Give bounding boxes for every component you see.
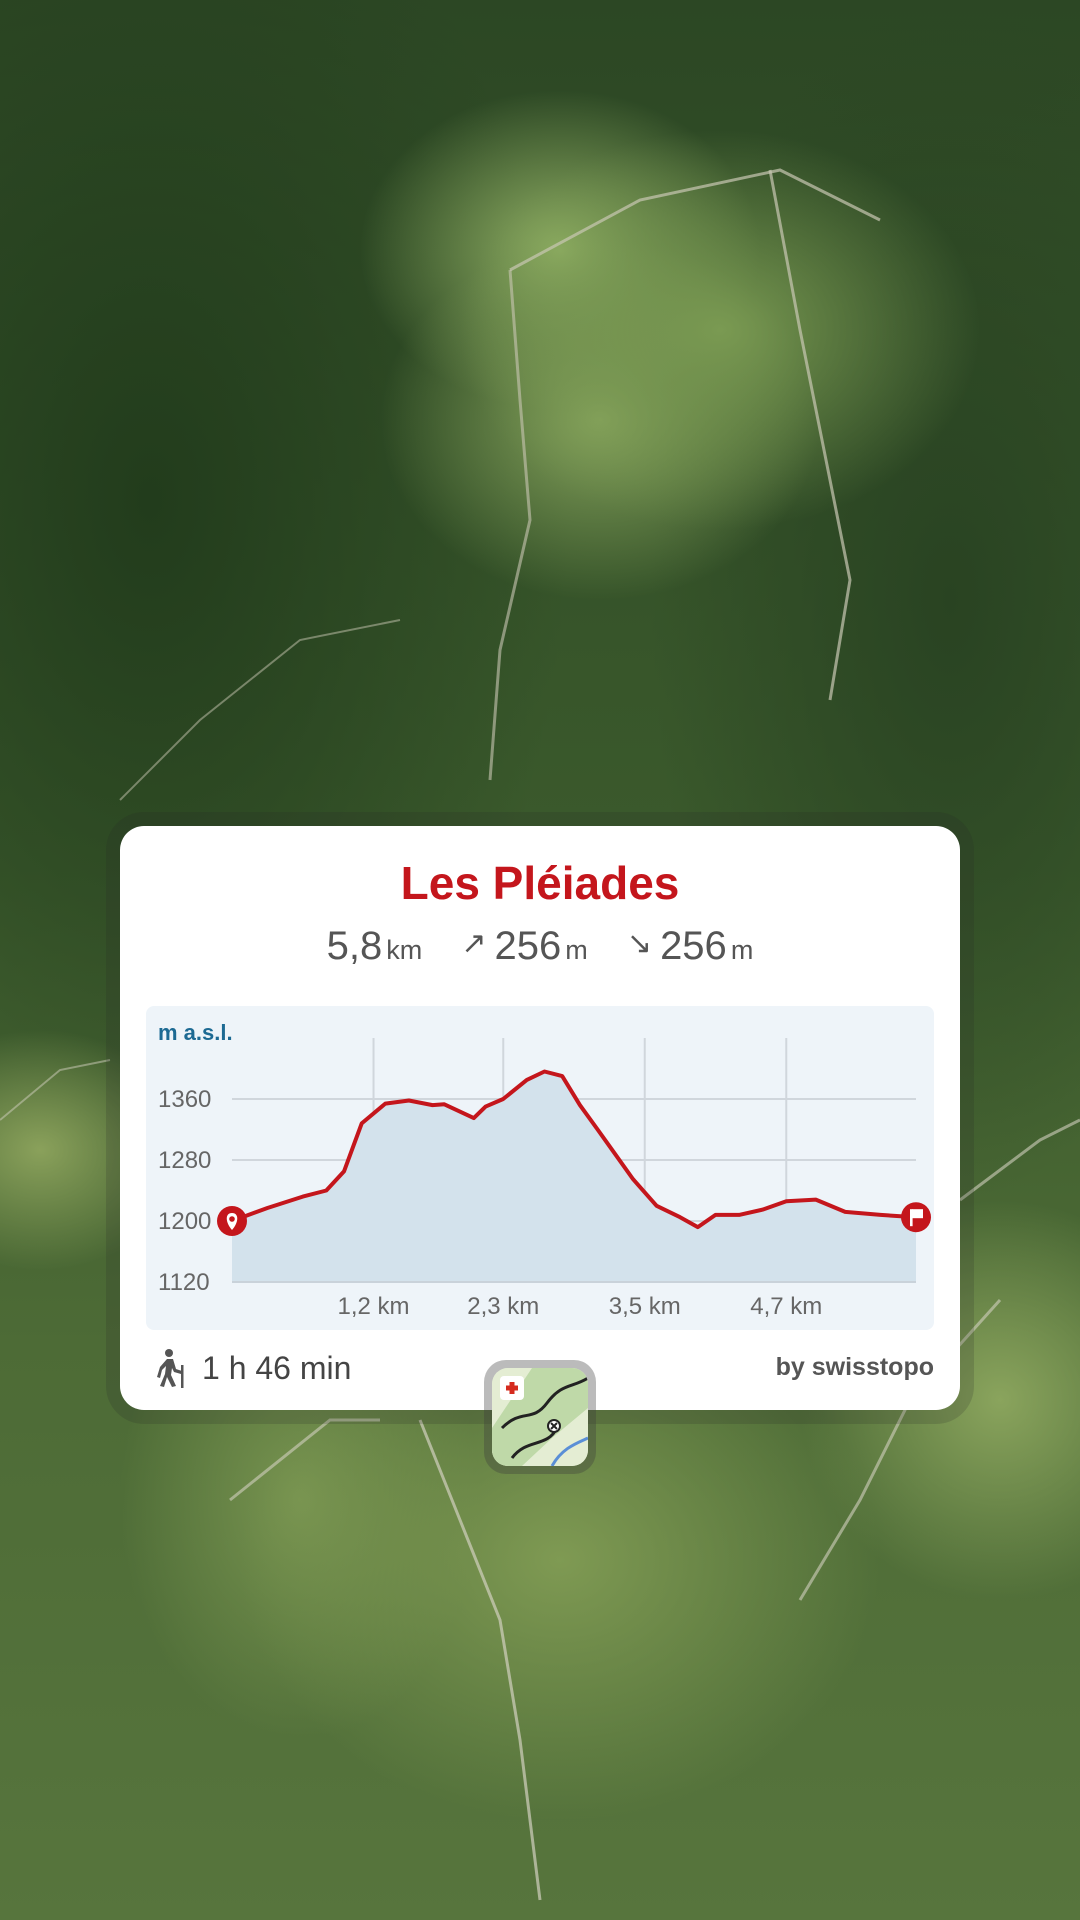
descent-value: 256 (660, 924, 727, 968)
flag-cloth (912, 1209, 923, 1219)
elevation-area (232, 1071, 916, 1282)
x-tick-label: 3,5 km (609, 1293, 681, 1320)
y-tick-label: 1120 (158, 1269, 210, 1296)
descent-arrow-icon: ↘ (626, 927, 653, 960)
map-pin-dot (229, 1216, 235, 1222)
y-tick-label: 1200 (158, 1208, 211, 1235)
swisstopo-credit: by swisstopo (775, 1353, 934, 1381)
x-tick-label: 4,7 km (750, 1293, 822, 1320)
distance-stat: 5,8 km (327, 924, 423, 969)
ascent-arrow-icon: ↗ (461, 927, 487, 960)
distance-unit: km (386, 935, 423, 965)
ascent-stat: ↗ 256 m (461, 924, 587, 969)
duration-row: 1 h 46 min (154, 1346, 351, 1390)
x-tick-label: 2,3 km (467, 1293, 539, 1320)
route-info-card[interactable]: Les Pléiades 5,8 km ↗ 256 m ↘ 256 m m a.s.l. 1… (120, 826, 960, 1410)
y-tick-label: 1280 (158, 1147, 211, 1174)
x-tick-label: 1,2 km (338, 1293, 410, 1320)
y-axis-label: m a.s.l. (158, 1020, 233, 1045)
route-stats: 5,8 km ↗ 256 m ↘ 256 m (120, 924, 960, 969)
ascent-value: 256 (494, 924, 562, 968)
descent-stat: ↘ 256 m (627, 924, 753, 969)
app-icon-map-tile (492, 1368, 588, 1466)
ascent-unit: m (565, 935, 588, 965)
swisstopo-app-icon[interactable] (484, 1360, 596, 1474)
distance-value: 5,8 (326, 924, 383, 968)
descent-unit: m (730, 935, 754, 965)
y-tick-label: 1360 (158, 1086, 211, 1113)
elevation-chart-svg: m a.s.l. 1120 1200 1280 1360 1,2 km 2,3 km 3,5 … (158, 1020, 931, 1320)
hiker-icon (157, 1349, 184, 1388)
duration-text: 1 h 46 min (202, 1349, 352, 1386)
topo-map-icon (492, 1368, 588, 1466)
route-title: Les Pléiades (400, 857, 680, 909)
elevation-profile-chart[interactable]: m a.s.l. 1120 1200 1280 1360 1,2 km 2,3 km 3,5 … (146, 1006, 934, 1330)
